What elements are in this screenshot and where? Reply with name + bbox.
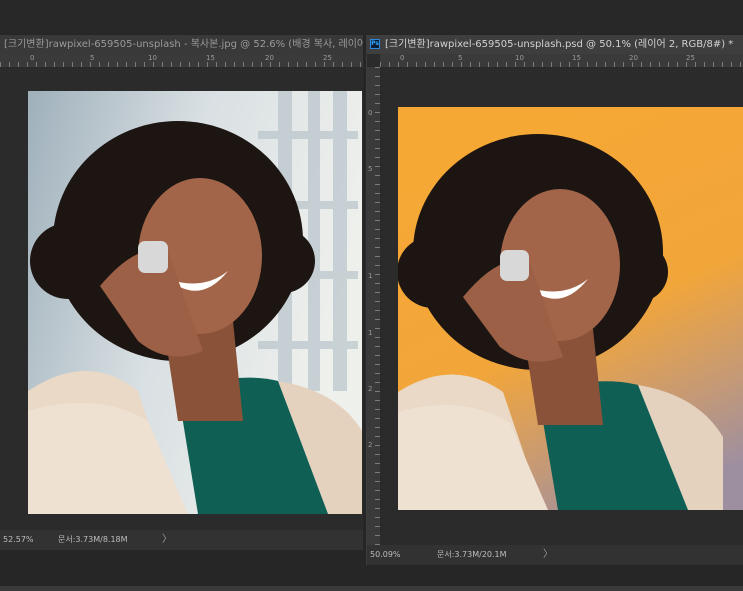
horizontal-ruler-right[interactable]: 0 5 10 15 20 25 [380,54,743,68]
image-canvas-left[interactable] [28,91,362,514]
ruler-label: 0 [368,109,373,117]
document-window-right[interactable]: Ps [크기변환]rawpixel-659505-unsplash.psd @ … [366,35,743,565]
document-title-right: [크기변환]rawpixel-659505-unsplash.psd @ 50.… [385,39,734,50]
document-size-left: 문서:3.73M/8.18M [58,535,128,544]
ruler-label: 25 [686,54,695,62]
ruler-label: 15 [572,54,581,62]
zoom-level-left[interactable]: 52.57% [3,530,34,550]
ruler-label: 0 [30,54,35,62]
ruler-label: 25 [323,54,332,62]
bottom-panel-edge [0,586,743,591]
photo-composite [398,107,743,510]
ruler-label: 10 [515,54,524,62]
ruler-label: 5 [90,54,95,62]
document-tab-right[interactable]: Ps [크기변환]rawpixel-659505-unsplash.psd @ … [367,35,743,54]
ruler-ticks [0,62,363,67]
photo-original [28,91,362,514]
status-bar-right: 50.09% 문서:3.73M/20.1M 〉 [367,545,743,565]
ruler-label: 0 [400,54,405,62]
zoom-level-right[interactable]: 50.09% [370,545,401,565]
ruler-label: 2 [368,441,373,449]
status-menu-arrow-icon[interactable]: 〉 [543,545,553,565]
top-empty-area [0,0,743,34]
status-bar-left: 52.57% 문서:3.73M/8.18M 〉 [0,530,363,550]
ruler-label: 15 [206,54,215,62]
document-title-left: [크기변환]rawpixel-659505-unsplash - 복사본.jpg… [4,39,363,50]
horizontal-ruler-left[interactable]: 0 5 10 15 20 25 [0,54,363,68]
ruler-label: 20 [265,54,274,62]
ruler-label: 1 [368,272,373,280]
photoshop-file-icon: Ps [370,39,380,49]
ruler-ticks [375,67,380,545]
ruler-label: 2 [368,385,373,393]
ruler-label: 10 [148,54,157,62]
ruler-label: 5 [458,54,463,62]
ruler-label: 5 [368,165,373,173]
document-tab-left[interactable]: [크기변환]rawpixel-659505-unsplash - 복사본.jpg… [0,35,363,54]
ruler-label: 20 [629,54,638,62]
ruler-label: 1 [368,329,373,337]
status-menu-arrow-icon[interactable]: 〉 [162,530,172,550]
vertical-ruler-right[interactable]: 0 5 1 1 2 2 [367,67,381,545]
document-window-left[interactable]: [크기변환]rawpixel-659505-unsplash - 복사본.jpg… [0,35,363,550]
document-size-right: 문서:3.73M/20.1M [437,550,507,559]
image-canvas-right[interactable] [398,107,743,510]
